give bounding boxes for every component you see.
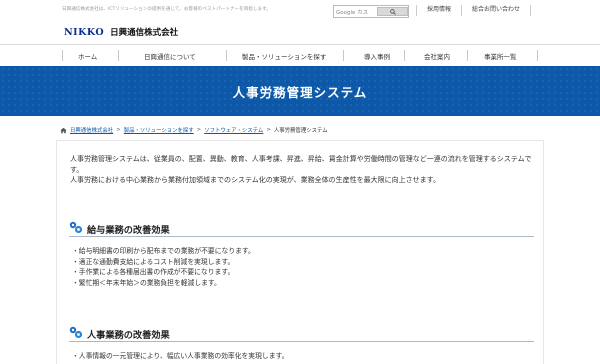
breadcrumb-software[interactable]: ソフトウェア・システム [204, 126, 263, 134]
intro-line: 人事労務管理システムは、従業員の、配置、異動、教育、人事考課、昇進、昇給、賃金計… [70, 155, 532, 174]
list-item: ・人事情報の一元管理により、幅広い人事業務の効率化を実現します。 [72, 352, 289, 360]
benefit-list: ・人事情報の一元管理により、幅広い人事業務の効率化を実現します。 [72, 351, 532, 362]
site-tagline: 日興通信株式会社は、ICTソリューションの提供を通じて、お客様のベストパートナー… [62, 7, 271, 12]
nav-divider [226, 50, 227, 61]
main-content: 人事労務管理システムは、従業員の、配置、異動、教育、人事考課、昇進、昇給、賃金計… [56, 140, 544, 364]
recruit-link[interactable]: 採用情報 [416, 5, 461, 16]
nav-offices[interactable]: 事業所一覧 [484, 51, 517, 61]
bubbles-icon [69, 326, 83, 339]
global-nav: ホーム 日興通信について 製品・ソリューションを探す 導入事例 会社案内 事業所… [0, 44, 600, 66]
breadcrumb-separator: > [266, 127, 271, 133]
nav-divider [62, 50, 63, 61]
search-button[interactable] [377, 7, 408, 16]
breadcrumb-separator: > [196, 127, 202, 133]
intro-line: 人事労務における中心業務から業務付加領域までのシステム化の実現が、業務全体の生産… [70, 176, 440, 184]
section-heading: 給与業務の改善効果 [69, 219, 534, 237]
breadcrumb-home[interactable]: 日興通信株式会社 [70, 126, 113, 134]
search-input[interactable]: Google カス [336, 8, 368, 16]
nav-products[interactable]: 製品・ソリューションを探す [242, 51, 326, 61]
utility-bar: 日興通信株式会社は、ICTソリューションの提供を通じて、お客様のベストパートナー… [0, 0, 600, 22]
logo-mark: NIKKO [64, 26, 105, 38]
nav-divider [118, 50, 119, 61]
benefit-list: ・給与明細書の印刷から配布までの業務が不要になります。 ・適正な通勤費支給による… [72, 246, 532, 288]
utility-links: 採用情報 総合お問い合わせ [416, 2, 532, 16]
nav-cases[interactable]: 導入事例 [364, 51, 390, 61]
logo-company-name: 日興通信株式会社 [110, 28, 179, 38]
nav-home[interactable]: ホーム [78, 51, 97, 61]
breadcrumb-current: 人事労務管理システム [273, 128, 328, 134]
nav-divider [343, 50, 344, 61]
bubbles-icon [69, 221, 83, 234]
breadcrumb: 日興通信株式会社 > 製品・ソリューションを探す > ソフトウェア・システム >… [60, 125, 328, 135]
site-search[interactable]: Google カス [333, 5, 409, 18]
nav-company[interactable]: 会社案内 [424, 51, 450, 61]
company-logo[interactable]: NIKKO 日興通信株式会社 [64, 25, 178, 39]
contact-link[interactable]: 総合お問い合わせ [461, 5, 532, 16]
page-title-band: 人事労務管理システム [0, 66, 600, 116]
breadcrumb-separator: > [116, 127, 121, 133]
search-icon [390, 9, 396, 15]
page-title: 人事労務管理システム [232, 85, 368, 100]
breadcrumb-products[interactable]: 製品・ソリューションを探す [124, 126, 194, 134]
list-item: ・適正な通勤費支給によるコスト削減を実現します。 [72, 257, 235, 266]
intro-text: 人事労務管理システムは、従業員の、配置、異動、教育、人事考課、昇進、昇給、賃金計… [70, 154, 534, 186]
nav-about[interactable]: 日興通信について [144, 51, 196, 61]
section-title: 給与業務の改善効果 [87, 225, 170, 236]
list-item: ・繁忙期＜年末年始＞の業務負担を軽減します。 [72, 278, 221, 287]
list-item: ・給与明細書の印刷から配布までの業務が不要になります。 [72, 247, 255, 255]
nav-divider [404, 50, 405, 61]
section-heading: 人事業務の改善効果 [69, 324, 534, 342]
list-item: ・手作業による各種届出書の作成が不要になります。 [72, 268, 235, 276]
home-icon[interactable] [60, 127, 70, 134]
nav-divider [467, 50, 468, 61]
section-title: 人事業務の改善効果 [87, 330, 170, 341]
nav-divider [537, 50, 538, 61]
